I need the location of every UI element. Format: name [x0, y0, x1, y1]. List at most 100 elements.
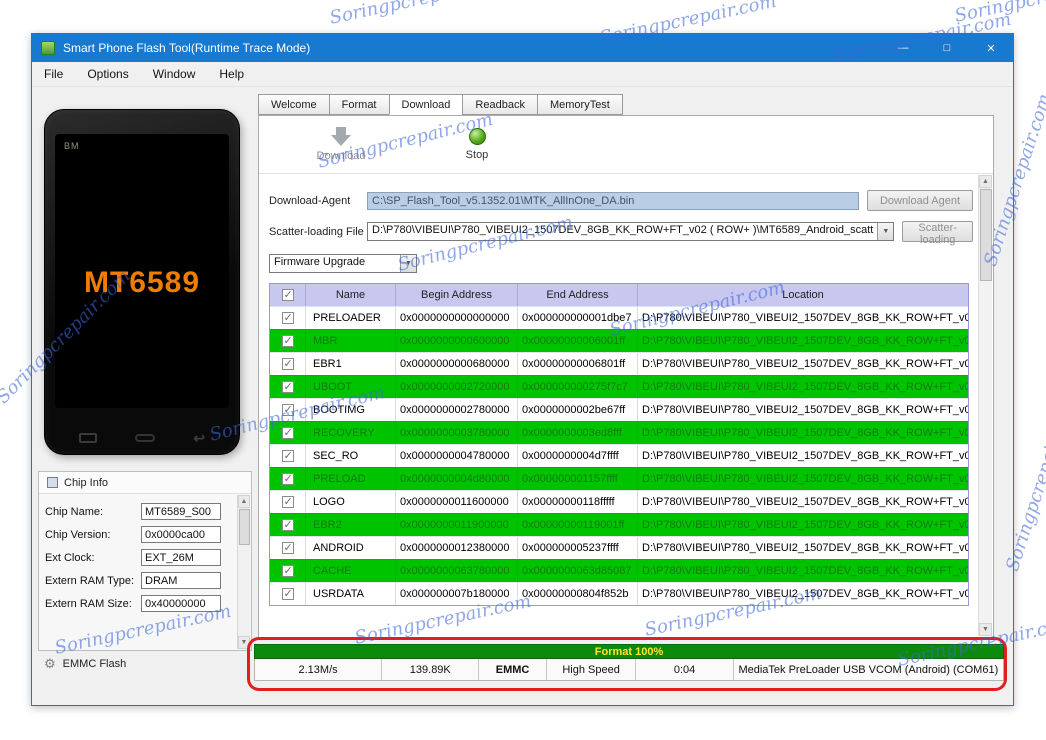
- scrollbar-thumb[interactable]: [979, 189, 992, 281]
- chip-icon: [47, 477, 58, 488]
- mode-combo[interactable]: Firmware Upgrade ▼: [269, 254, 417, 273]
- cell-location: D:\P780\VIBEUI\P780_VIBEUI2_1507DEV_8GB_…: [642, 381, 968, 393]
- row-checkbox[interactable]: [281, 403, 294, 416]
- row-checkbox[interactable]: [281, 311, 294, 324]
- tab-memorytest[interactable]: MemoryTest: [536, 94, 623, 115]
- chip-info-title: Chip Info: [64, 476, 109, 489]
- stop-tool-button[interactable]: Stop: [437, 128, 517, 161]
- partition-table-header: Name Begin Address End Address Location: [270, 284, 968, 306]
- chip-info-scrollbar[interactable]: ▲ ▼: [237, 495, 250, 649]
- header-end-address[interactable]: End Address: [518, 284, 638, 306]
- row-checkbox[interactable]: [281, 564, 294, 577]
- chevron-down-icon[interactable]: ▼: [877, 223, 894, 240]
- menu-window[interactable]: Window: [153, 67, 196, 81]
- chip-info-panel: Chip Info Chip Name: Chip Version: Ext C…: [38, 471, 252, 651]
- table-row[interactable]: MBR 0x0000000000600000 0x00000000006001f…: [270, 329, 968, 352]
- cell-location: D:\P780\VIBEUI\P780_VIBEUI2_1507DEV_8GB_…: [642, 358, 968, 370]
- cell-end-address: 0x000000005237ffff: [518, 537, 638, 559]
- header-name[interactable]: Name: [306, 284, 396, 306]
- table-row[interactable]: EBR1 0x0000000000680000 0x00000000006801…: [270, 352, 968, 375]
- download-agent-row: Download-Agent Download Agent: [259, 190, 993, 211]
- row-checkbox[interactable]: [281, 380, 294, 393]
- app-window: Smart Phone Flash Tool(Runtime Trace Mod…: [31, 33, 1014, 706]
- caption-buttons: — □ ✕: [881, 34, 1013, 62]
- table-row[interactable]: UBOOT 0x0000000002720000 0x000000000275f…: [270, 375, 968, 398]
- status-usb-speed: High Speed: [547, 659, 637, 680]
- chip-name-field[interactable]: [141, 503, 221, 520]
- table-row[interactable]: BOOTIMG 0x0000000002780000 0x0000000002b…: [270, 398, 968, 421]
- tab-readback[interactable]: Readback: [462, 94, 537, 115]
- cell-end-address: 0x00000000118fffff: [518, 491, 638, 513]
- table-scrollbar[interactable]: ▲ ▼: [978, 175, 992, 636]
- cell-name: CACHE: [306, 560, 396, 582]
- header-location[interactable]: Location: [638, 284, 968, 306]
- progress-label: Format 100%: [594, 645, 664, 658]
- cell-location: D:\P780\VIBEUI\P780_VIBEUI2_1507DEV_8GB_…: [642, 542, 968, 554]
- ram-size-field[interactable]: [141, 595, 221, 612]
- close-button[interactable]: ✕: [969, 34, 1013, 62]
- phone-brand-label: BM: [64, 141, 80, 151]
- table-row[interactable]: USRDATA 0x000000007b180000 0x00000000804…: [270, 582, 968, 605]
- chip-info-header: Chip Info: [39, 472, 251, 494]
- cell-begin-address: 0x0000000004780000: [396, 445, 518, 467]
- stop-icon: [468, 128, 486, 145]
- cell-end-address: 0x000000000275f7c7: [518, 376, 638, 398]
- table-row[interactable]: CACHE 0x0000000063780000 0x0000000063d85…: [270, 559, 968, 582]
- scrollbar-thumb[interactable]: [238, 509, 250, 545]
- chip-version-field[interactable]: [141, 526, 221, 543]
- download-tool-button[interactable]: Download: [301, 127, 381, 162]
- chevron-down-icon[interactable]: ▼: [400, 255, 416, 272]
- panel-toolbar: Download Stop: [259, 116, 993, 174]
- cell-begin-address: 0x0000000063780000: [396, 560, 518, 582]
- scatter-file-label: Scatter-loading File: [269, 225, 364, 238]
- table-row[interactable]: LOGO 0x0000000011600000 0x00000000118fff…: [270, 490, 968, 513]
- row-checkbox[interactable]: [281, 587, 294, 600]
- cell-end-address: 0x000000001157ffff: [518, 468, 638, 490]
- tab-welcome[interactable]: Welcome: [258, 94, 329, 115]
- table-row[interactable]: EBR2 0x0000000011900000 0x00000000119001…: [270, 513, 968, 536]
- header-begin-address[interactable]: Begin Address: [396, 284, 518, 306]
- cell-end-address: 0x0000000004d7ffff: [518, 445, 638, 467]
- ext-clock-field[interactable]: [141, 549, 221, 566]
- ram-type-field[interactable]: [141, 572, 221, 589]
- table-row[interactable]: PRELOADER 0x0000000000000000 0x000000000…: [270, 306, 968, 329]
- menu-help[interactable]: Help: [219, 67, 244, 81]
- menu-file[interactable]: File: [44, 67, 63, 81]
- table-row[interactable]: RECOVERY 0x0000000003780000 0x0000000003…: [270, 421, 968, 444]
- row-checkbox[interactable]: [281, 357, 294, 370]
- cell-end-address: 0x00000000006001ff: [518, 330, 638, 352]
- partition-table-rows: PRELOADER 0x0000000000000000 0x000000000…: [270, 306, 968, 605]
- scatter-row: Scatter-loading File D:\P780\VIBEUI\P780…: [259, 221, 993, 246]
- table-row[interactable]: PRELOAD 0x0000000004d80000 0x00000000115…: [270, 467, 968, 490]
- cell-begin-address: 0x0000000000680000: [396, 353, 518, 375]
- scroll-up-icon[interactable]: ▲: [979, 175, 992, 188]
- row-checkbox[interactable]: [281, 426, 294, 439]
- scatter-loading-button[interactable]: Scatter-loading: [902, 221, 973, 246]
- scroll-down-icon[interactable]: ▼: [238, 636, 250, 649]
- minimize-button[interactable]: —: [881, 34, 925, 62]
- header-checkbox[interactable]: [281, 288, 294, 301]
- row-checkbox[interactable]: [281, 449, 294, 462]
- menu-options[interactable]: Options: [87, 67, 128, 81]
- scatter-file-combo[interactable]: D:\P780\VIBEUI\P780_VIBEUI2_1507DEV_8GB_…: [367, 222, 895, 241]
- cell-end-address: 0x00000000804f852b: [518, 583, 638, 605]
- cell-end-address: 0x000000000001dbe7: [518, 307, 638, 329]
- download-agent-field[interactable]: [367, 191, 859, 210]
- scroll-down-icon[interactable]: ▼: [979, 623, 992, 636]
- row-checkbox[interactable]: [281, 518, 294, 531]
- row-checkbox[interactable]: [281, 495, 294, 508]
- tab-format[interactable]: Format: [328, 94, 389, 115]
- scroll-up-icon[interactable]: ▲: [238, 495, 250, 508]
- cell-location: D:\P780\VIBEUI\P780_VIBEUI2_1507DEV_8GB_…: [642, 404, 968, 416]
- maximize-button[interactable]: □: [925, 34, 969, 62]
- row-checkbox[interactable]: [281, 334, 294, 347]
- tab-download[interactable]: Download: [388, 94, 463, 115]
- download-agent-button[interactable]: Download Agent: [867, 190, 973, 211]
- table-row[interactable]: ANDROID 0x0000000012380000 0x00000000523…: [270, 536, 968, 559]
- mode-combo-value: Firmware Upgrade: [274, 256, 366, 268]
- scatter-file-value: D:\P780\VIBEUI\P780_VIBEUI2_1507DEV_8GB_…: [372, 224, 874, 236]
- row-checkbox[interactable]: [281, 541, 294, 554]
- cell-begin-address: 0x0000000011600000: [396, 491, 518, 513]
- table-row[interactable]: SEC_RO 0x0000000004780000 0x0000000004d7…: [270, 444, 968, 467]
- row-checkbox[interactable]: [281, 472, 294, 485]
